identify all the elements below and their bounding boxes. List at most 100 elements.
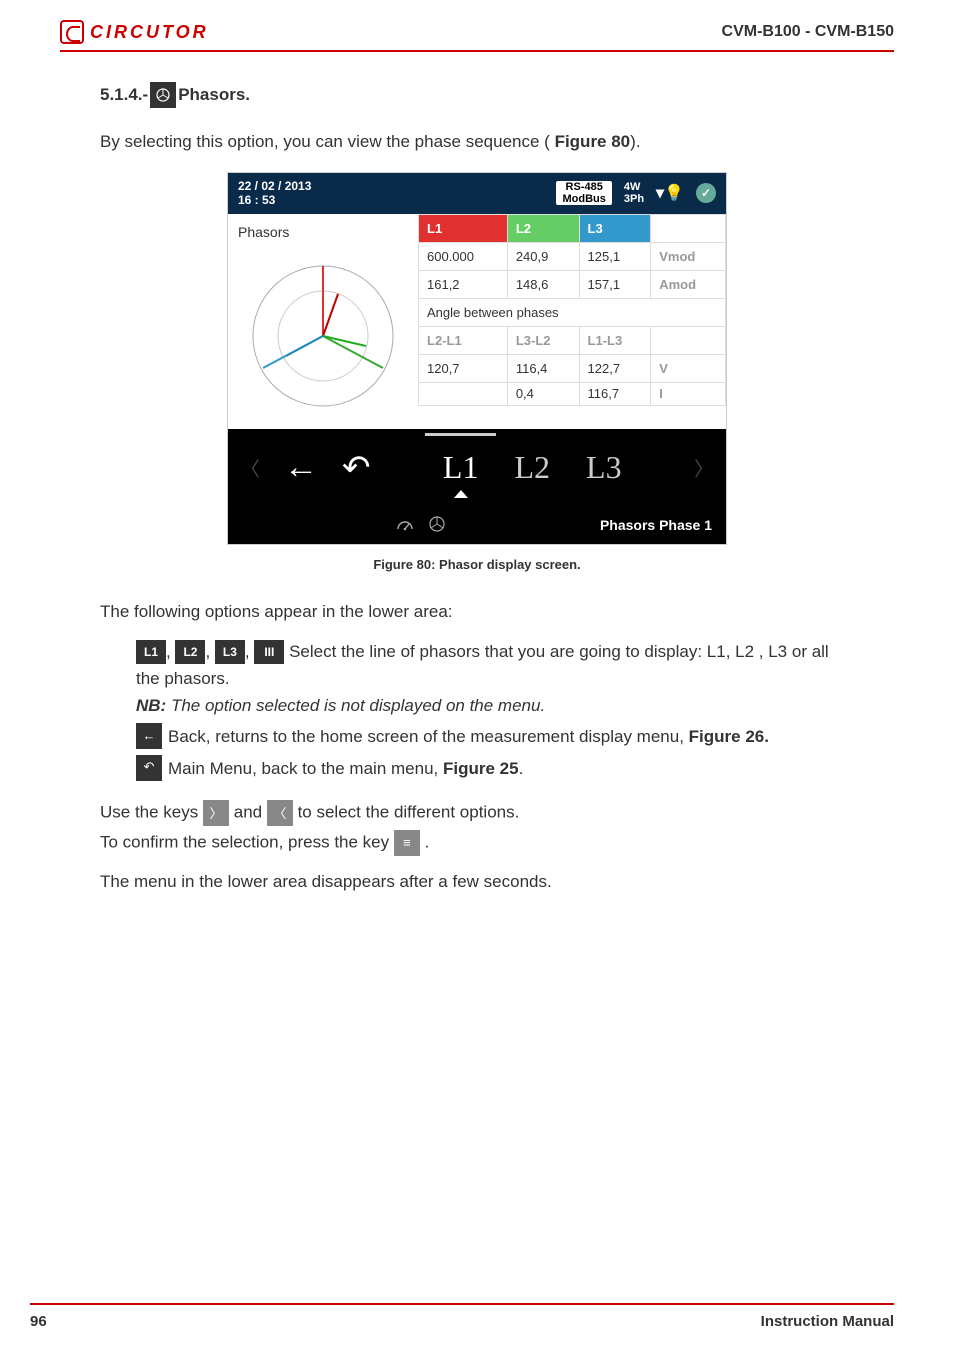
data-table-panel: L1 L2 L3 600.000 240,9 125,1 Vmod 1	[418, 214, 726, 429]
nb-text: The option selected is not displayed on …	[166, 696, 545, 715]
option-mainmenu: ↶ Main Menu, back to the main menu, Figu…	[136, 755, 854, 782]
options-block: L1, L2, L3, III Select the line of phaso…	[100, 638, 854, 782]
menu-text: Main Menu, back to the main menu,	[168, 759, 443, 778]
option-nb: NB: The option selected is not displayed…	[136, 692, 854, 719]
phasor-label: Phasors	[238, 224, 408, 240]
table-row: 120,7 116,4 122,7 V	[419, 354, 726, 382]
intro-figref: Figure 80	[555, 132, 631, 151]
angle-label-row: Angle between phases	[419, 298, 726, 326]
table-row: 161,2 148,6 157,1 Amod	[419, 270, 726, 298]
sub-header-row: L2-L1 L3-L2 L1-L3	[419, 326, 726, 354]
rs485-badge: RS-485 ModBus	[556, 181, 611, 205]
nb-label: NB:	[136, 696, 166, 715]
device-datetime: 22 / 02 / 2013 16 : 53	[238, 179, 311, 208]
unit-cell: Amod	[651, 270, 726, 298]
wiring-config: 4W 3Ph	[624, 181, 644, 205]
menu-item-l2[interactable]: L2	[496, 449, 568, 486]
phasors-icon	[150, 82, 176, 108]
back-icon[interactable]: ←	[284, 448, 318, 487]
table-header-row: L1 L2 L3	[419, 214, 726, 242]
keys-para: Use the keys 〉 and 〈 to select the diffe…	[100, 800, 854, 826]
phasor-footer-icon	[428, 515, 446, 536]
cell: 122,7	[579, 354, 651, 382]
rs485-top: RS-485	[562, 181, 605, 193]
footer-label: Phasors Phase 1	[600, 517, 712, 533]
clipped-row: 0,4 116,7 I	[419, 382, 726, 405]
keys-mid: and	[234, 802, 267, 821]
intro-paragraph: By selecting this option, you can view t…	[100, 132, 854, 152]
page-footer: 96 Instruction Manual	[30, 1303, 894, 1330]
confirm-para: To confirm the selection, press the key …	[100, 830, 854, 856]
main-menu-icon: ↶	[136, 755, 162, 781]
figure-caption: Figure 80: Phasor display screen.	[100, 557, 854, 572]
sub-col: L3-L2	[507, 326, 579, 354]
cell: 148,6	[507, 270, 579, 298]
sub-col: L2-L1	[419, 326, 508, 354]
menu-ref: Figure 25	[443, 759, 519, 778]
footer-label: Instruction Manual	[761, 1313, 894, 1330]
col-l3: L3	[579, 214, 651, 242]
brand-logo: CIRCUTOR	[60, 20, 209, 44]
brand-icon	[60, 20, 84, 44]
angle-label: Angle between phases	[419, 298, 726, 326]
table-row: 600.000 240,9 125,1 Vmod	[419, 242, 726, 270]
check-icon: ✓	[696, 183, 716, 203]
cell: 600.000	[419, 242, 508, 270]
doc-code: CVM-B100 - CVM-B150	[722, 23, 894, 41]
confirm-pre: To confirm the selection, press the key	[100, 832, 394, 851]
back-ref: Figure 26.	[689, 727, 769, 746]
sub-col: L1-L3	[579, 326, 651, 354]
cell: 116,7	[579, 382, 651, 405]
cell: 0,4	[507, 382, 579, 405]
keys-post: to select the different options.	[298, 802, 520, 821]
disappear-para: The menu in the lower area disappears af…	[100, 872, 854, 892]
menu-items: L1 L2 L3	[395, 449, 671, 486]
cell: 125,1	[579, 242, 651, 270]
device-footer: Phasors Phase 1	[228, 507, 726, 544]
keys-pre: Use the keys	[100, 802, 203, 821]
cell: 157,1	[579, 270, 651, 298]
intro-pre: By selecting this option, you can view t…	[100, 132, 555, 151]
menu-post: .	[519, 759, 524, 778]
section-heading: 5.1.4.- Phasors.	[100, 82, 854, 108]
page-header: CIRCUTOR CVM-B100 - CVM-B150	[60, 20, 894, 52]
device-statusbar: 22 / 02 / 2013 16 : 53 RS-485 ModBus 4W …	[228, 173, 726, 214]
rs485-bot: ModBus	[562, 193, 605, 205]
device-date: 22 / 02 / 2013	[238, 179, 311, 193]
device-menu-bar: 〈 ← ↶ L1 L2 L3 〉	[228, 429, 726, 507]
col-l2: L2	[507, 214, 579, 242]
key-right-icon: 〉	[203, 800, 229, 826]
back-arrow-icon: ←	[136, 723, 162, 749]
cell: 161,2	[419, 270, 508, 298]
option-back: ← Back, returns to the home screen of th…	[136, 723, 854, 750]
col-unit	[651, 214, 726, 242]
device-time: 16 : 53	[238, 193, 311, 207]
bulb-icon: ▾💡	[656, 183, 684, 203]
pill-l1: L1	[136, 640, 166, 664]
undo-icon[interactable]: ↶	[342, 448, 371, 488]
intro-post: ).	[630, 132, 640, 151]
unit-cell: I	[651, 382, 726, 405]
chevron-right-icon[interactable]: 〉	[694, 453, 714, 482]
phasor-diagram	[238, 246, 408, 416]
menu-item-l3[interactable]: L3	[568, 449, 640, 486]
chevron-left-icon[interactable]: 〈	[240, 453, 260, 482]
key-menu-icon: ≡	[394, 830, 420, 856]
col-l1: L1	[419, 214, 508, 242]
sub-col-empty	[651, 326, 726, 354]
unit-cell: V	[651, 354, 726, 382]
cell: 240,9	[507, 242, 579, 270]
confirm-post: .	[425, 832, 430, 851]
footer-icons	[242, 515, 600, 536]
device-figure: 22 / 02 / 2013 16 : 53 RS-485 ModBus 4W …	[227, 172, 727, 545]
brand-text: CIRCUTOR	[90, 22, 209, 43]
unit-cell: Vmod	[651, 242, 726, 270]
page-number: 96	[30, 1313, 47, 1330]
cfg-bot: 3Ph	[624, 193, 644, 205]
menu-item-l1[interactable]: L1	[425, 449, 497, 486]
cell	[419, 382, 508, 405]
option-line-select: L1, L2, L3, III Select the line of phaso…	[136, 638, 854, 692]
phasor-data-table: L1 L2 L3 600.000 240,9 125,1 Vmod 1	[418, 214, 726, 406]
phasor-diagram-panel: Phasors	[228, 214, 418, 429]
back-text: Back, returns to the home screen of the …	[168, 727, 689, 746]
